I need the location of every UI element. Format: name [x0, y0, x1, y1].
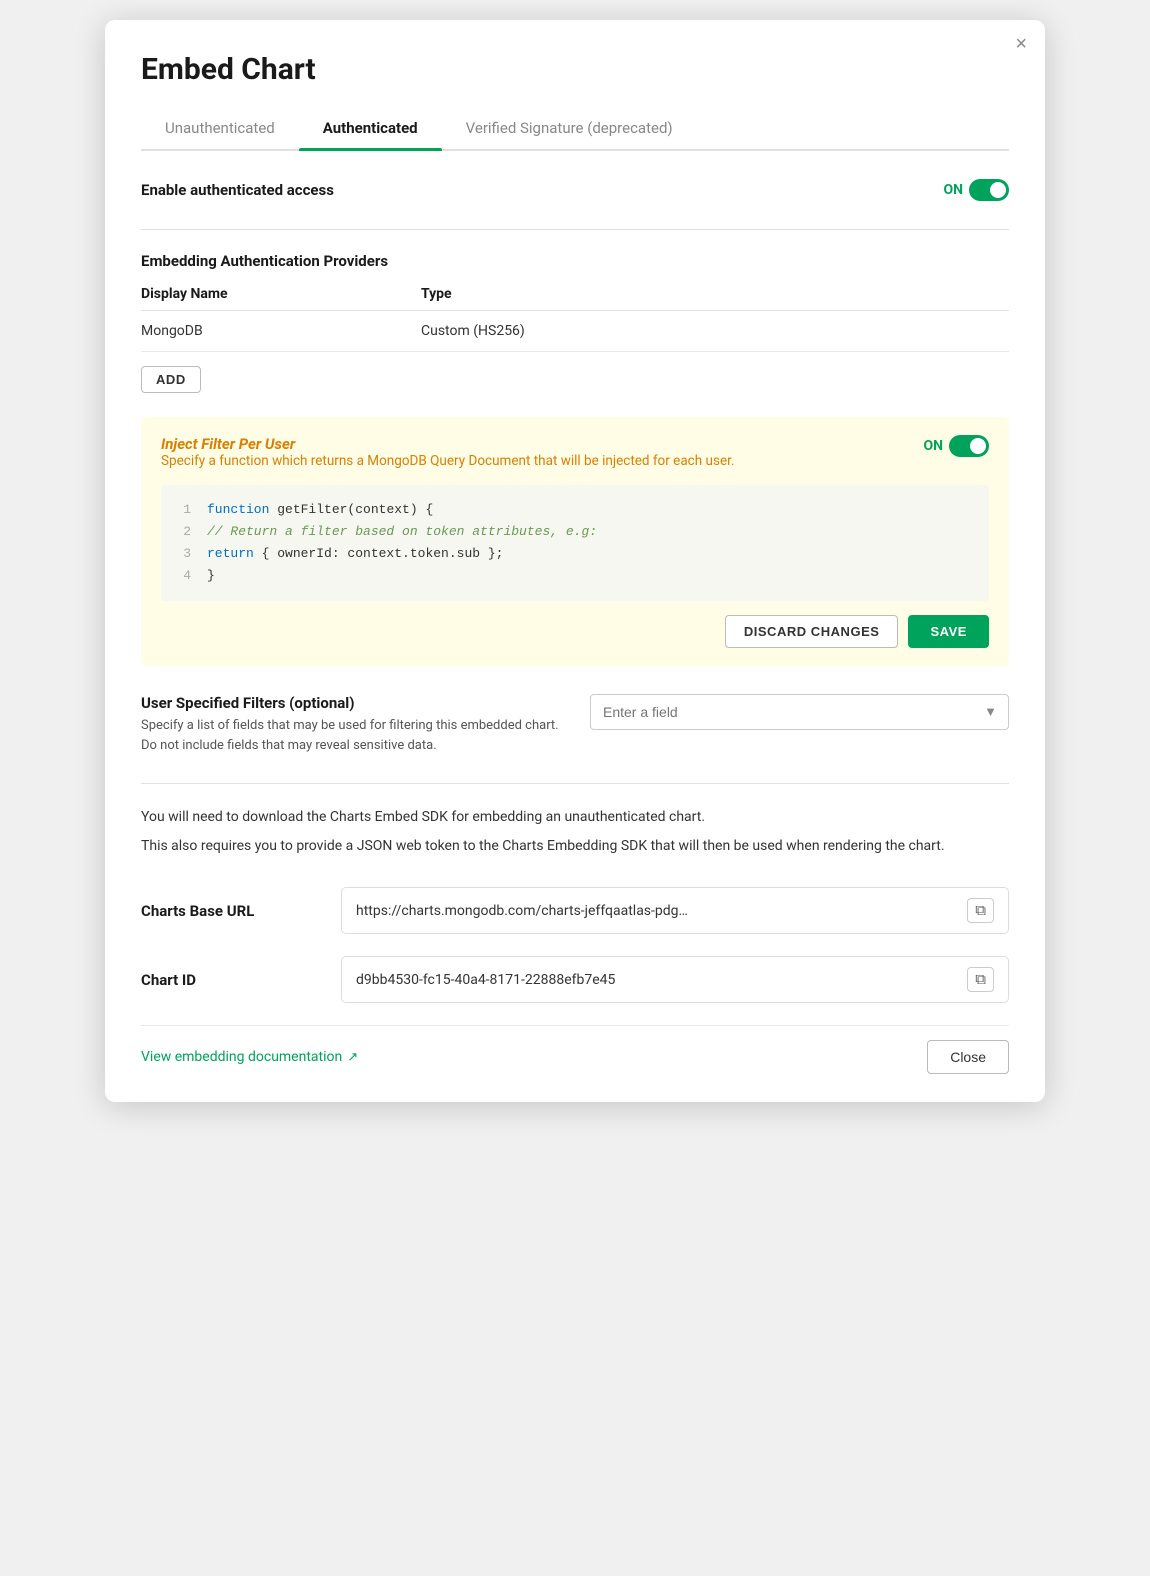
- tab-unauthenticated[interactable]: Unauthenticated: [141, 109, 299, 149]
- field-input[interactable]: [590, 694, 1009, 730]
- chart-id-value: d9bb4530-fc15-40a4-8171-22888efb7e45: [356, 972, 959, 988]
- inject-toggle-group: ON: [923, 435, 989, 457]
- code-line-2: 2 // Return a filter based on token attr…: [177, 521, 973, 543]
- doc-link[interactable]: View embedding documentation ↗: [141, 1049, 358, 1065]
- tab-authenticated[interactable]: Authenticated: [299, 109, 442, 149]
- modal-title: Embed Chart: [141, 52, 1009, 87]
- chart-id-copy-button[interactable]: ⧉: [967, 967, 994, 992]
- line-num-1: 1: [177, 499, 191, 521]
- provider-row: MongoDB Custom (HS256): [141, 311, 1009, 352]
- inject-title: Inject Filter Per User: [161, 435, 734, 453]
- code-text-4: }: [207, 565, 215, 587]
- inject-filter-section: Inject Filter Per User Specify a functio…: [141, 417, 1009, 666]
- divider-2: [141, 783, 1009, 784]
- code-editor[interactable]: 1 function getFilter(context) { 2 // Ret…: [161, 485, 989, 601]
- tab-verified-signature[interactable]: Verified Signature (deprecated): [442, 109, 697, 149]
- provider-name: MongoDB: [141, 311, 421, 352]
- chart-id-label: Chart ID: [141, 971, 341, 989]
- inject-filter-toggle[interactable]: [949, 435, 989, 457]
- line-num-4: 4: [177, 565, 191, 587]
- tab-content: Enable authenticated access ON Embedding…: [141, 151, 1009, 1074]
- close-x-button[interactable]: ×: [1015, 34, 1027, 54]
- inject-desc: Specify a function which returns a Mongo…: [161, 453, 734, 469]
- info-section: You will need to download the Charts Emb…: [141, 806, 1009, 857]
- external-link-icon: ↗: [347, 1050, 358, 1065]
- charts-base-url-value: https://charts.mongodb.com/charts-jeffqa…: [356, 903, 959, 919]
- inject-toggle-label: ON: [923, 438, 943, 454]
- code-text-2: // Return a filter based on token attrib…: [207, 521, 597, 543]
- line-num-2: 2: [177, 521, 191, 543]
- code-text-3: return { ownerId: context.token.sub };: [207, 543, 503, 565]
- authenticated-access-row: Enable authenticated access ON: [141, 179, 1009, 201]
- charts-base-url-label: Charts Base URL: [141, 902, 341, 920]
- user-filters-text: User Specified Filters (optional) Specif…: [141, 694, 560, 755]
- embed-chart-modal: × Embed Chart Unauthenticated Authentica…: [105, 20, 1045, 1102]
- user-filters-desc: Specify a list of fields that may be use…: [141, 716, 560, 755]
- info-line-1: You will need to download the Charts Emb…: [141, 806, 1009, 828]
- providers-section-title: Embedding Authentication Providers: [141, 252, 1009, 270]
- col-display-name: Display Name: [141, 280, 421, 311]
- modal-footer: View embedding documentation ↗ Close: [141, 1025, 1009, 1074]
- code-text-1: function getFilter(context) {: [207, 499, 433, 521]
- tabs-bar: Unauthenticated Authenticated Verified S…: [141, 109, 1009, 151]
- field-input-wrap: ▼: [590, 694, 1009, 730]
- charts-base-url-copy-button[interactable]: ⧉: [967, 898, 994, 923]
- add-provider-button[interactable]: ADD: [141, 366, 201, 393]
- discard-changes-button[interactable]: DISCARD CHANGES: [725, 615, 899, 648]
- divider-1: [141, 229, 1009, 230]
- close-button[interactable]: Close: [927, 1040, 1009, 1074]
- user-filters-title: User Specified Filters (optional): [141, 694, 560, 712]
- authenticated-access-label: Enable authenticated access: [141, 181, 334, 199]
- info-line-2: This also requires you to provide a JSON…: [141, 835, 1009, 857]
- code-line-1: 1 function getFilter(context) {: [177, 499, 973, 521]
- providers-table: Display Name Type MongoDB Custom (HS256): [141, 280, 1009, 352]
- col-type: Type: [421, 280, 1009, 311]
- inject-header: Inject Filter Per User Specify a functio…: [161, 435, 989, 481]
- code-line-4: 4 }: [177, 565, 973, 587]
- charts-base-url-row: Charts Base URL https://charts.mongodb.c…: [141, 887, 1009, 934]
- save-button[interactable]: SAVE: [908, 615, 989, 648]
- provider-type: Custom (HS256): [421, 311, 1009, 352]
- authenticated-toggle[interactable]: [969, 179, 1009, 201]
- doc-link-text: View embedding documentation: [141, 1049, 342, 1065]
- line-num-3: 3: [177, 543, 191, 565]
- inject-actions: DISCARD CHANGES SAVE: [161, 615, 989, 648]
- chart-id-box: d9bb4530-fc15-40a4-8171-22888efb7e45 ⧉: [341, 956, 1009, 1003]
- toggle-group: ON: [943, 179, 1009, 201]
- toggle-on-label: ON: [943, 182, 963, 198]
- code-line-3: 3 return { ownerId: context.token.sub };: [177, 543, 973, 565]
- charts-base-url-box: https://charts.mongodb.com/charts-jeffqa…: [341, 887, 1009, 934]
- chart-id-row: Chart ID d9bb4530-fc15-40a4-8171-22888ef…: [141, 956, 1009, 1003]
- user-filters-row: User Specified Filters (optional) Specif…: [141, 694, 1009, 755]
